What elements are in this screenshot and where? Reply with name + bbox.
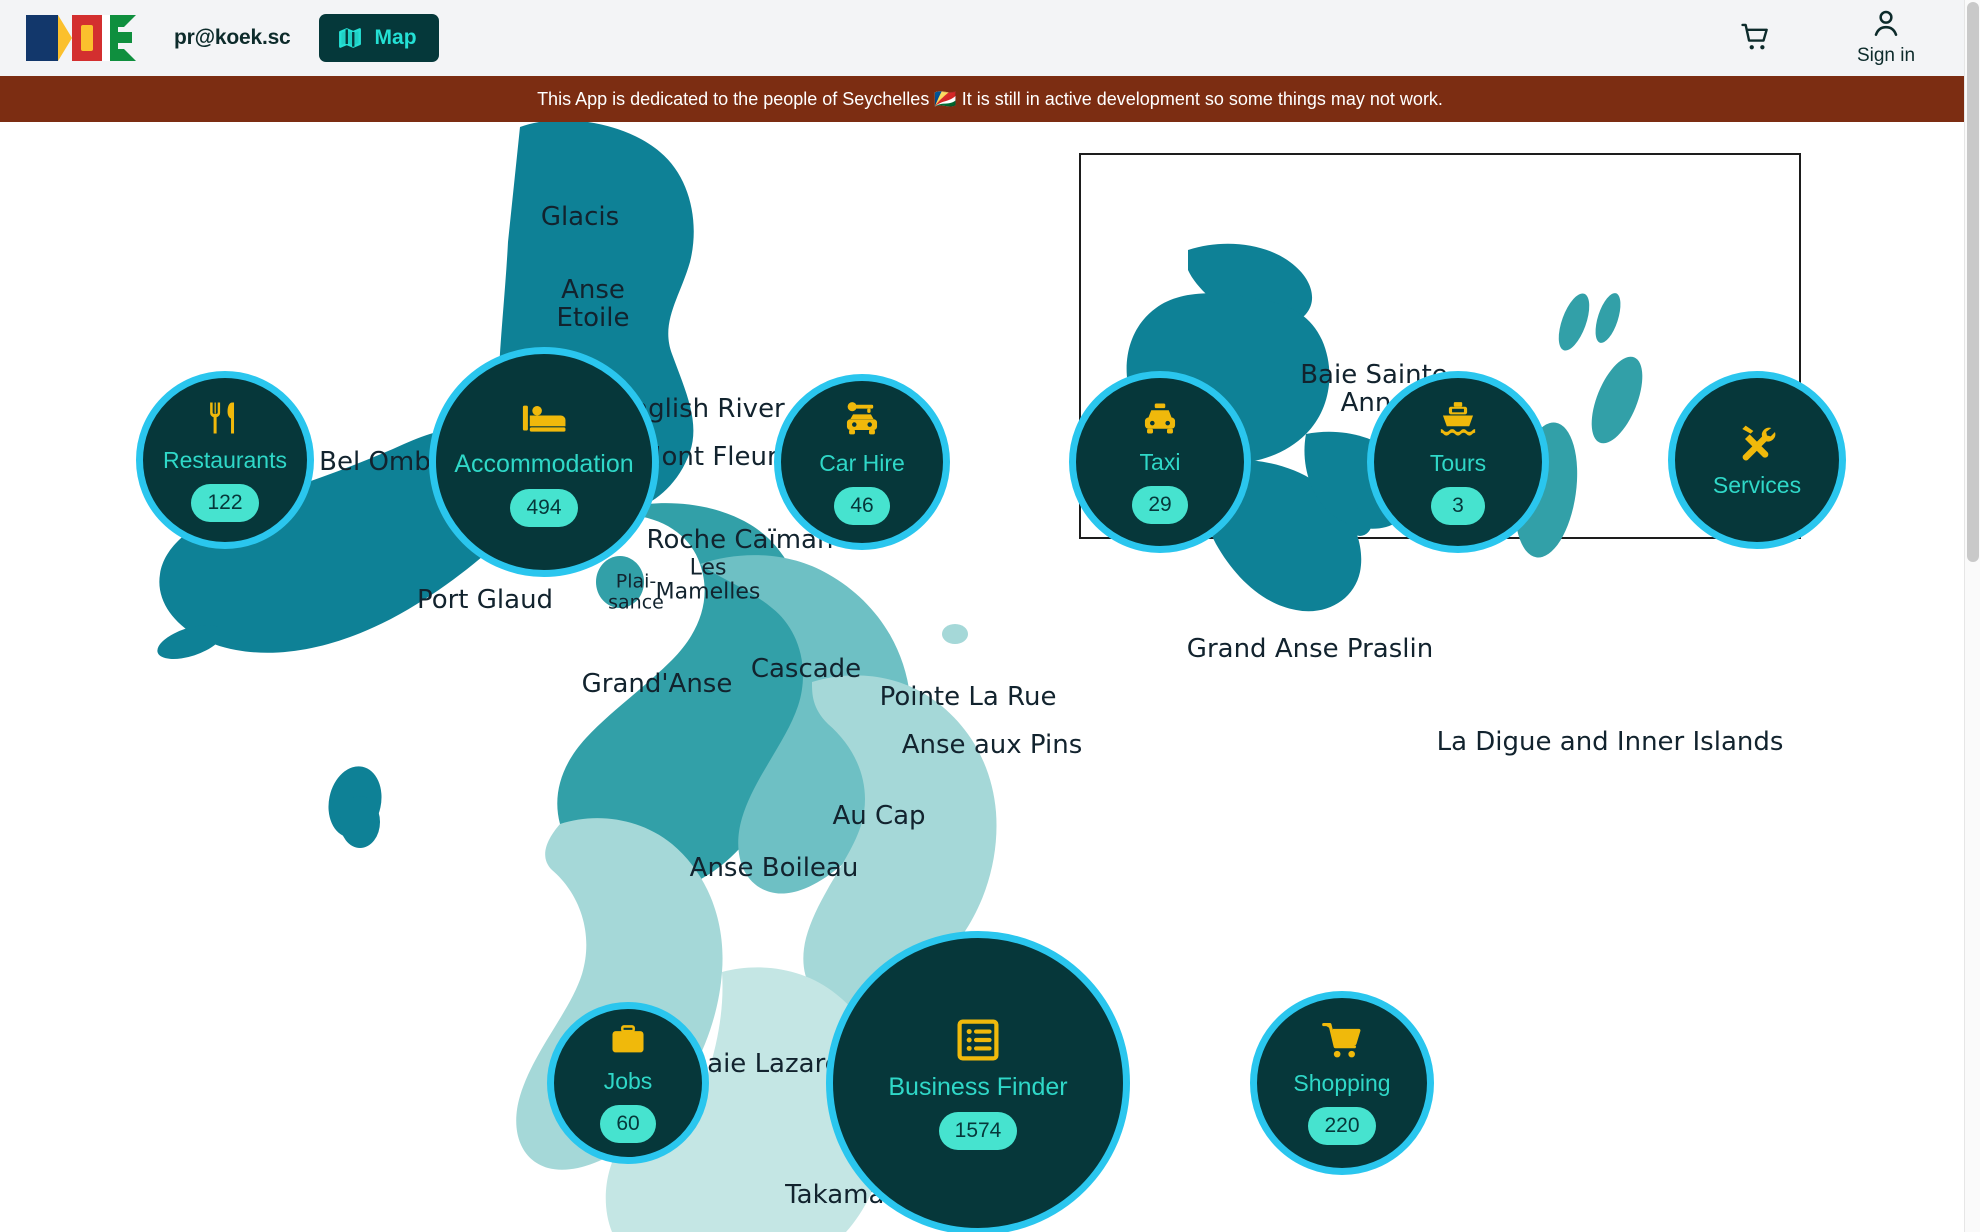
category-count-badge: 3 bbox=[1431, 486, 1485, 525]
brand-email: pr@koek.sc bbox=[174, 26, 291, 49]
category-bubble-car-hire[interactable]: Car Hire 46 bbox=[774, 374, 950, 550]
vertical-scrollbar[interactable] bbox=[1964, 0, 1980, 1232]
category-label: Jobs bbox=[603, 1067, 653, 1094]
category-label: Services bbox=[1712, 471, 1802, 498]
category-label: Car Hire bbox=[819, 449, 905, 476]
briefcase-icon bbox=[609, 1024, 647, 1058]
list-icon bbox=[955, 1017, 1001, 1063]
category-bubble-taxi[interactable]: Taxi 29 bbox=[1069, 371, 1251, 553]
tools-icon bbox=[1736, 422, 1778, 462]
category-label: Business Finder bbox=[888, 1072, 1068, 1101]
development-banner: This App is dedicated to the people of S… bbox=[0, 76, 1980, 122]
map-icon bbox=[337, 25, 363, 51]
category-bubble-tours[interactable]: Tours 3 bbox=[1367, 371, 1549, 553]
cutlery-icon bbox=[206, 399, 244, 437]
koek-logo-icon bbox=[26, 15, 136, 61]
map-stage[interactable]: Glacis Anse Etoile English River Mont Fle… bbox=[0, 122, 1980, 1232]
category-label: Accommodation bbox=[454, 449, 634, 478]
category-bubble-restaurants[interactable]: Restaurants 122 bbox=[136, 371, 314, 549]
category-count-badge: 60 bbox=[600, 1104, 656, 1143]
car-key-icon bbox=[841, 400, 883, 440]
category-bubble-shopping[interactable]: Shopping 220 bbox=[1250, 991, 1434, 1175]
banner-text: This App is dedicated to the people of S… bbox=[537, 88, 1443, 109]
category-bubble-business-finder[interactable]: Business Finder 1574 bbox=[826, 931, 1130, 1232]
category-count-badge: 494 bbox=[510, 488, 578, 527]
category-bubble-jobs[interactable]: Jobs 60 bbox=[547, 1002, 709, 1164]
cart-button[interactable] bbox=[1728, 10, 1784, 66]
category-bubble-services[interactable]: Services bbox=[1668, 371, 1846, 549]
category-count-badge: 220 bbox=[1308, 1106, 1376, 1145]
category-label: Tours bbox=[1429, 449, 1487, 476]
category-count-badge: 29 bbox=[1132, 485, 1188, 524]
category-label: Taxi bbox=[1139, 448, 1181, 475]
map-button[interactable]: Map bbox=[318, 14, 439, 62]
category-label: Shopping bbox=[1293, 1069, 1391, 1096]
category-count-badge: 122 bbox=[191, 483, 259, 522]
map-button-label: Map bbox=[374, 26, 417, 49]
sign-in-label: Sign in bbox=[1856, 45, 1916, 66]
category-count-badge: 46 bbox=[834, 486, 890, 525]
scrollbar-thumb[interactable] bbox=[1967, 2, 1979, 562]
sign-in-button[interactable]: Sign in bbox=[1838, 9, 1934, 67]
ferry-icon bbox=[1437, 400, 1479, 440]
category-count-badge: 1574 bbox=[938, 1111, 1018, 1150]
shopping-cart-icon bbox=[1739, 20, 1773, 57]
category-bubble-accommodation[interactable]: Accommodation 494 bbox=[429, 347, 659, 577]
taxi-icon bbox=[1139, 401, 1181, 439]
bed-icon bbox=[521, 398, 567, 440]
app-header: pr@koek.sc Map Sign in bbox=[0, 0, 1980, 76]
koek-logo[interactable] bbox=[26, 15, 136, 61]
cart-icon bbox=[1321, 1022, 1363, 1060]
category-label: Restaurants bbox=[162, 446, 287, 473]
person-icon bbox=[1870, 9, 1902, 44]
